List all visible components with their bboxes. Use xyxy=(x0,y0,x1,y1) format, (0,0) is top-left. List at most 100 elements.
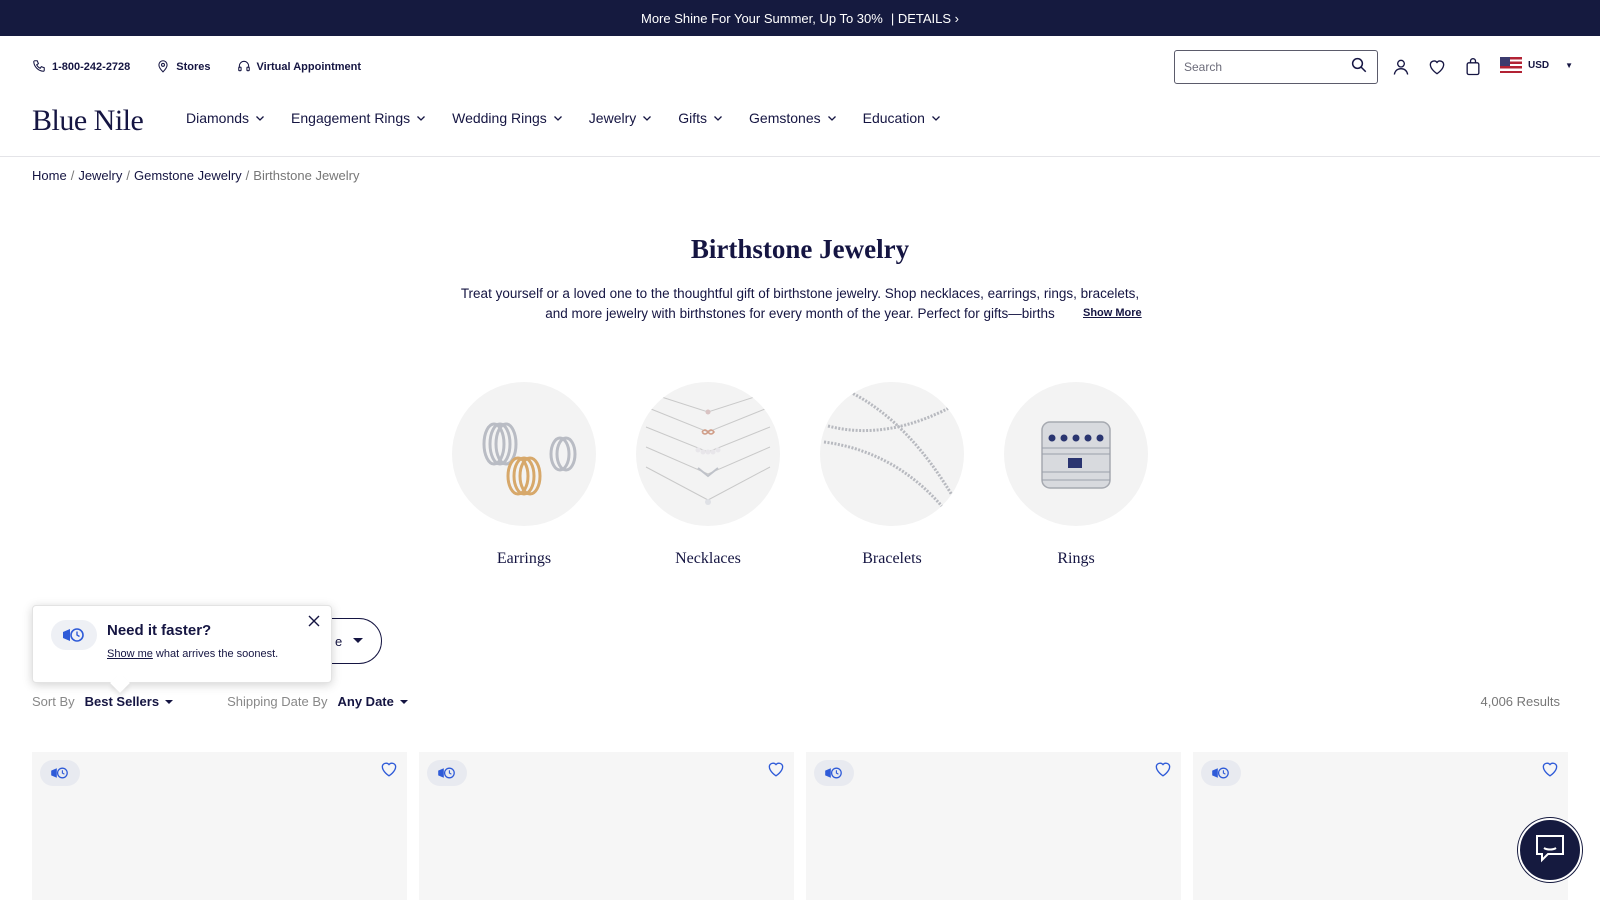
category-necklaces[interactable]: Necklaces xyxy=(636,382,780,568)
stores-link[interactable]: Stores xyxy=(156,59,211,76)
breadcrumb-gemstone-jewelry[interactable]: Gemstone Jewelry xyxy=(134,168,242,183)
breadcrumb: Home / Jewelry / Gemstone Jewelry / Birt… xyxy=(32,168,360,183)
category-earrings[interactable]: Earrings xyxy=(452,382,596,568)
phone-link[interactable]: 1-800-242-2728 xyxy=(32,59,130,76)
wishlist-heart-icon[interactable] xyxy=(1540,760,1560,778)
wishlist-heart-icon[interactable] xyxy=(379,760,399,778)
nav-item-jewelry[interactable]: Jewelry xyxy=(589,110,652,126)
close-icon[interactable] xyxy=(307,614,321,628)
breadcrumb-home[interactable]: Home xyxy=(32,168,67,183)
breadcrumb-separator: / xyxy=(126,168,131,183)
rings-image xyxy=(1004,382,1148,526)
fast-shipping-icon xyxy=(427,760,467,786)
show-more-link[interactable]: Show More xyxy=(1083,307,1142,319)
sort-bar: Sort By Best Sellers Shipping Date By An… xyxy=(32,694,408,709)
header-divider xyxy=(0,156,1600,157)
category-bracelets[interactable]: Bracelets xyxy=(820,382,964,568)
chevron-down-icon xyxy=(255,110,265,126)
popover-text-rest: what arrives the soonest. xyxy=(152,648,279,660)
shipping-date-dropdown[interactable]: Any Date xyxy=(338,694,408,709)
results-count: 4,006 Results xyxy=(1480,694,1561,709)
promo-banner[interactable]: More Shine For Your Summer, Up To 30% | … xyxy=(0,0,1600,36)
product-card[interactable] xyxy=(32,752,407,900)
stores-label: Stores xyxy=(176,61,211,73)
fast-shipping-icon xyxy=(40,760,80,786)
sort-by-label: Sort By xyxy=(32,694,75,709)
wishlist-heart-icon[interactable] xyxy=(1153,760,1173,778)
breadcrumb-current: Birthstone Jewelry xyxy=(253,168,360,183)
nav-item-label: Education xyxy=(862,110,925,126)
chat-icon xyxy=(1534,833,1566,868)
main-nav: Diamonds Engagement Rings Wedding Rings Jew… xyxy=(186,110,941,126)
phone-icon xyxy=(32,59,46,76)
product-grid xyxy=(32,752,1568,900)
page-title: Birthstone Jewelry xyxy=(690,234,910,264)
virtual-appointment-label: Virtual Appointment xyxy=(256,61,362,73)
popover-title: Need it faster? xyxy=(107,622,212,639)
breadcrumb-jewelry[interactable]: Jewelry xyxy=(78,168,122,183)
product-card[interactable] xyxy=(419,752,794,900)
nav-item-wedding-rings[interactable]: Wedding Rings xyxy=(452,110,563,126)
caret-down-icon xyxy=(399,699,408,704)
sort-by-value: Best Sellers xyxy=(84,694,160,709)
currency-code: USD xyxy=(1528,59,1550,71)
fast-shipping-icon xyxy=(1201,760,1241,786)
shopping-bag-icon[interactable] xyxy=(1462,56,1484,78)
blue-nile-logo[interactable]: Blue Nile xyxy=(32,104,144,138)
nav-item-gifts[interactable]: Gifts xyxy=(678,110,723,126)
search-box xyxy=(1174,50,1378,84)
category-label: Rings xyxy=(1057,550,1095,567)
virtual-appointment-link[interactable]: Virtual Appointment xyxy=(237,59,362,76)
show-me-link[interactable]: Show me xyxy=(107,648,153,660)
chat-button[interactable] xyxy=(1518,818,1582,882)
shipping-date-label: Shipping Date By xyxy=(227,694,328,709)
product-card[interactable] xyxy=(1193,752,1568,900)
chevron-down-icon xyxy=(416,110,426,126)
breadcrumb-separator: / xyxy=(70,168,75,183)
caret-down-icon xyxy=(165,699,174,704)
nav-item-gemstones[interactable]: Gemstones xyxy=(749,110,837,126)
description-text: Treat yourself or a loved one to the tho… xyxy=(460,286,1140,321)
page-description: Treat yourself or a loved one to the tho… xyxy=(460,284,1140,324)
category-label: Bracelets xyxy=(862,550,922,567)
category-label: Earrings xyxy=(496,550,552,567)
popover-text: Show me what arrives the soonest. xyxy=(107,648,278,660)
chevron-down-icon xyxy=(642,110,652,126)
shipping-date-value: Any Date xyxy=(337,694,394,709)
nav-item-label: Gemstones xyxy=(749,110,821,126)
caret-down-icon: ▼ xyxy=(1565,60,1574,70)
search-input[interactable] xyxy=(1184,60,1350,74)
nav-item-education[interactable]: Education xyxy=(863,110,941,126)
chevron-down-icon xyxy=(553,110,563,126)
caret-down-icon xyxy=(353,638,363,643)
currency-selector[interactable]: USD ▼ xyxy=(1500,57,1573,73)
nav-item-label: Engagement Rings xyxy=(291,110,411,126)
necklaces-image xyxy=(636,382,780,526)
account-icon[interactable] xyxy=(1390,56,1412,78)
nav-item-label: Gifts xyxy=(678,110,708,126)
fast-shipping-icon xyxy=(814,760,854,786)
chevron-down-icon xyxy=(713,110,723,126)
sort-by-dropdown[interactable]: Best Sellers xyxy=(84,694,174,709)
nav-item-label: Jewelry xyxy=(588,110,637,126)
breadcrumb-separator: / xyxy=(245,168,250,183)
promo-details-link[interactable]: | DETAILS › xyxy=(891,11,959,26)
promo-text: More Shine For Your Summer, Up To 30% xyxy=(641,10,883,26)
fast-shipping-icon xyxy=(51,620,97,650)
category-rings[interactable]: Rings xyxy=(1004,382,1148,568)
bracelets-image xyxy=(820,382,964,526)
wishlist-heart-icon[interactable] xyxy=(1426,56,1448,78)
wishlist-heart-icon[interactable] xyxy=(766,760,786,778)
us-flag-icon xyxy=(1500,57,1522,73)
product-card[interactable] xyxy=(806,752,1181,900)
location-pin-icon xyxy=(156,59,170,76)
filter-label: e xyxy=(335,633,343,649)
earrings-image xyxy=(452,382,596,526)
headset-icon xyxy=(237,59,251,76)
nav-item-diamonds[interactable]: Diamonds xyxy=(186,110,265,126)
nav-item-engagement-rings[interactable]: Engagement Rings xyxy=(291,110,426,126)
search-icon[interactable] xyxy=(1350,56,1368,79)
category-carousel: Earrings Necklaces Bracelets Rings xyxy=(452,382,1148,568)
nav-item-label: Diamonds xyxy=(186,110,250,126)
need-it-faster-popover: Need it faster? Show me what arrives the… xyxy=(32,605,332,683)
